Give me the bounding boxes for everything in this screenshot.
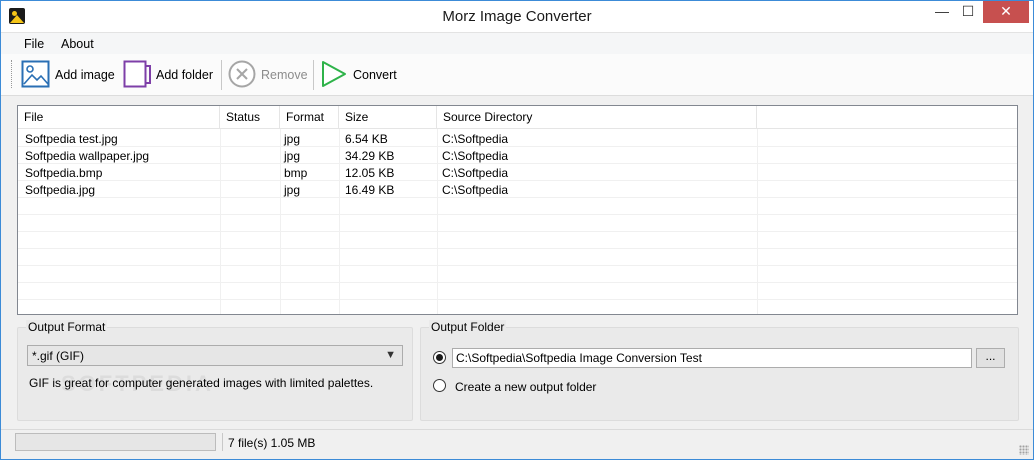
- resize-grip-icon[interactable]: [1019, 445, 1029, 455]
- cell-size: 34.29 KB: [345, 149, 395, 163]
- new-folder-radio[interactable]: [433, 379, 446, 392]
- cell-size: 16.49 KB: [345, 183, 395, 197]
- table-row[interactable]: Softpedia test.jpg jpg 6.54 KB C:\Softpe…: [18, 130, 1017, 147]
- output-format-select[interactable]: *.gif (GIF) ▼: [27, 345, 403, 366]
- remove-icon: [228, 60, 256, 88]
- add-folder-label: Add folder: [156, 68, 213, 82]
- column-file[interactable]: File: [18, 106, 220, 129]
- output-format-value: *.gif (GIF): [32, 349, 85, 363]
- convert-icon: [322, 61, 346, 87]
- column-status[interactable]: Status: [220, 106, 280, 129]
- cell-format: jpg: [284, 132, 301, 146]
- status-bar: 7 file(s) 1.05 MB: [1, 429, 1033, 459]
- cell-file: Softpedia.jpg: [25, 183, 96, 197]
- file-list-header: File Status Format Size Source Directory: [18, 106, 1017, 129]
- cell-source: C:\Softpedia: [442, 132, 509, 146]
- conversion-progress-bar: [15, 433, 216, 451]
- toolbar-separator: [313, 60, 314, 90]
- toolbar: Add image Add folder Remove Convert: [1, 54, 1033, 96]
- cell-file: Softpedia test.jpg: [25, 132, 118, 146]
- convert-label: Convert: [353, 68, 397, 82]
- add-image-label: Add image: [55, 68, 115, 82]
- grid-line: [18, 231, 1017, 232]
- add-image-icon: [21, 60, 50, 88]
- output-path-input[interactable]: C:\Softpedia\Softpedia Image Conversion …: [452, 348, 972, 368]
- new-folder-label[interactable]: Create a new output folder: [455, 380, 596, 394]
- status-separator: [222, 433, 223, 451]
- remove-button[interactable]: Remove: [227, 59, 309, 89]
- cell-file: Softpedia wallpaper.jpg: [25, 149, 150, 163]
- cell-source: C:\Softpedia: [442, 149, 509, 163]
- cell-source: C:\Softpedia: [442, 166, 509, 180]
- menu-file[interactable]: File: [24, 37, 44, 51]
- column-format[interactable]: Format: [280, 106, 339, 129]
- table-row[interactable]: Softpedia.bmp bmp 12.05 KB C:\Softpedia: [18, 164, 1017, 181]
- cell-file: Softpedia.bmp: [25, 166, 103, 180]
- cell-source: C:\Softpedia: [442, 183, 509, 197]
- minimize-icon: —: [935, 3, 949, 19]
- grid-line: [18, 214, 1017, 215]
- minimize-button[interactable]: —: [929, 1, 955, 23]
- convert-button[interactable]: Convert: [319, 59, 401, 89]
- cell-format: jpg: [284, 183, 301, 197]
- table-row[interactable]: Softpedia wallpaper.jpg jpg 34.29 KB C:\…: [18, 147, 1017, 164]
- status-summary: 7 file(s) 1.05 MB: [228, 436, 316, 450]
- title-bar: Morz Image Converter — ☐ ✕: [1, 1, 1033, 32]
- grid-line: [18, 248, 1017, 249]
- add-folder-button[interactable]: Add folder: [123, 59, 217, 89]
- cell-size: 12.05 KB: [345, 166, 395, 180]
- table-row[interactable]: Softpedia.jpg jpg 16.49 KB C:\Softpedia: [18, 181, 1017, 198]
- output-path-radio[interactable]: [433, 351, 446, 364]
- add-image-button[interactable]: Add image: [21, 59, 117, 89]
- column-source-directory[interactable]: Source Directory: [437, 106, 757, 129]
- close-button[interactable]: ✕: [983, 1, 1029, 23]
- cell-format: bmp: [284, 166, 308, 180]
- toolbar-grip[interactable]: [11, 60, 13, 88]
- file-list[interactable]: File Status Format Size Source Directory…: [17, 105, 1018, 315]
- cell-format: jpg: [284, 149, 301, 163]
- menu-about[interactable]: About: [61, 37, 94, 51]
- column-size[interactable]: Size: [339, 106, 437, 129]
- output-folder-title: Output Folder: [429, 320, 507, 334]
- menu-bar: File About: [1, 32, 1033, 54]
- grid-line: [18, 299, 1017, 300]
- output-folder-group: Output Folder C:\Softpedia\Softpedia Ima…: [420, 320, 1019, 421]
- softpedia-watermark: SOFTPEDIA: [61, 371, 214, 396]
- add-folder-icon: [123, 60, 151, 88]
- app-window: Morz Image Converter — ☐ ✕ File About Ad…: [0, 0, 1034, 460]
- maximize-button[interactable]: ☐: [955, 1, 981, 23]
- toolbar-separator: [221, 60, 222, 90]
- grid-line: [18, 282, 1017, 283]
- remove-label: Remove: [261, 68, 308, 82]
- close-icon: ✕: [1000, 3, 1012, 19]
- grid-line: [18, 265, 1017, 266]
- chevron-down-icon: ▼: [385, 349, 396, 361]
- window-title: Morz Image Converter: [442, 8, 592, 25]
- browse-button[interactable]: ...: [976, 348, 1005, 368]
- output-format-title: Output Format: [26, 320, 108, 334]
- cell-size: 6.54 KB: [345, 132, 388, 146]
- maximize-icon: ☐: [961, 3, 975, 19]
